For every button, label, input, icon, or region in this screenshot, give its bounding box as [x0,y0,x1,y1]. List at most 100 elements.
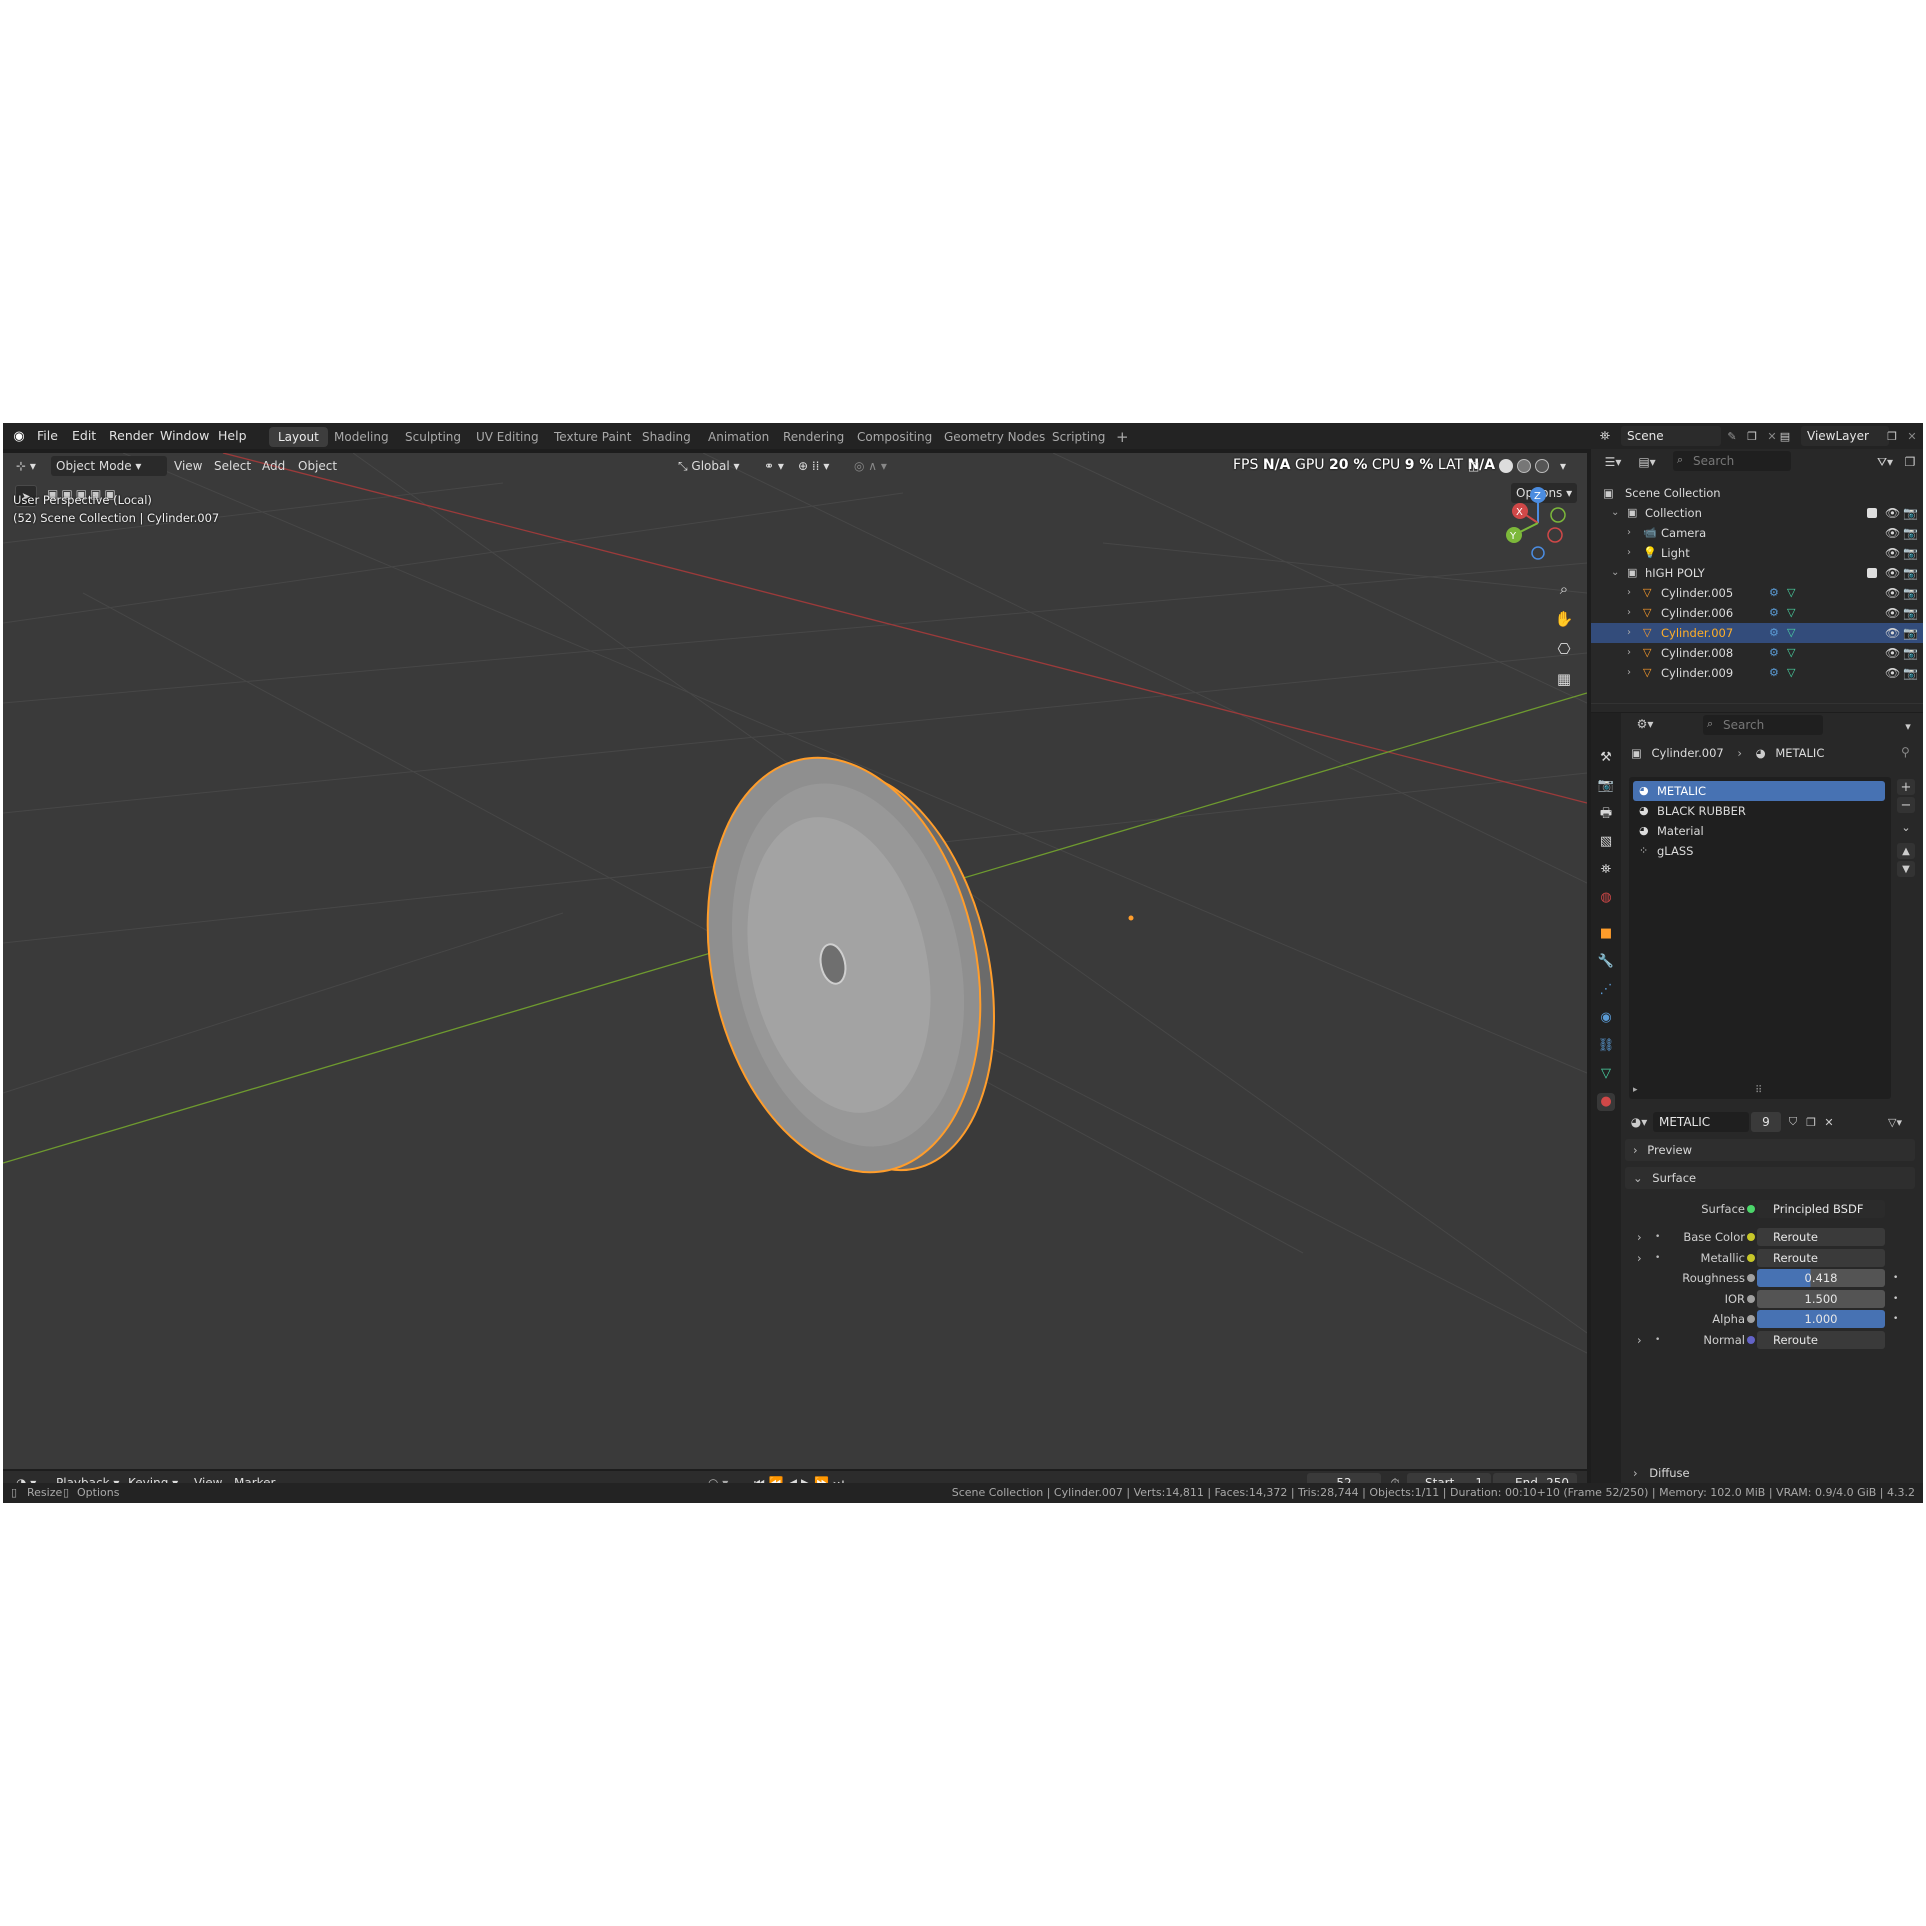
modifier-icon[interactable]: ⚙ [1769,603,1779,623]
expand-chevron-icon[interactable]: › [1627,643,1631,663]
render-camera-icon[interactable]: 📷 [1903,583,1918,603]
scene-field[interactable]: Scene [1621,426,1721,446]
visibility-eye-icon[interactable]: 👁 [1885,603,1900,623]
data-tab-icon[interactable]: ▽ [1597,1065,1615,1083]
shader-input-value[interactable]: 1.000 [1757,1310,1885,1329]
render-camera-icon[interactable]: 📷 [1903,543,1918,563]
shader-input-value[interactable]: Reroute [1757,1248,1885,1267]
expand-chevron-icon[interactable]: › [1637,1330,1642,1350]
tab-geometry-nodes[interactable]: Geometry Nodes [935,427,1054,447]
mesh-data-icon[interactable]: ▽ [1787,663,1795,683]
expand-chevron-icon[interactable]: › [1627,623,1631,643]
move-slot-up-button[interactable]: ▲ [1897,843,1915,859]
outliner-row-scene-collection[interactable]: ▣ Scene Collection [1591,483,1923,503]
viewport-scene[interactable] [3,453,1587,1469]
solid-shading-icon[interactable] [1499,459,1513,473]
expand-chevron-icon[interactable]: › [1627,523,1631,543]
visibility-eye-icon[interactable]: 👁 [1885,523,1900,543]
viewlayer-field[interactable]: ViewLayer [1801,426,1889,446]
tab-sculpting[interactable]: Sculpting [396,427,470,447]
tab-modeling[interactable]: Modeling [325,427,398,447]
pin-props-icon[interactable]: ⚲ [1901,745,1910,759]
shader-input-value[interactable]: Reroute [1757,1228,1885,1246]
blender-logo-icon[interactable]: ◉ [11,428,27,444]
list-expand-icon[interactable]: ▸ [1633,1085,1638,1095]
visibility-eye-icon[interactable]: 👁 [1885,503,1900,523]
outliner-row[interactable]: › ▽ Cylinder.005 ⚙ ▽ 👁 📷 [1591,583,1923,603]
move-slot-down-button[interactable]: ▼ [1897,861,1915,877]
viewlayer-icon[interactable]: ▤ [1771,427,1799,445]
shader-input-value[interactable]: 1.500 [1757,1289,1885,1308]
keyframe-dot-icon[interactable]: • [1893,1309,1898,1329]
expand-chevron-icon[interactable]: › [1627,663,1631,683]
expand-chevron-icon[interactable]: ⌄ [1611,503,1619,523]
particles-tab-icon[interactable]: ⋰ [1597,981,1615,999]
menu-edit[interactable]: Edit [72,428,96,443]
tab-layout[interactable]: Layout [269,427,328,447]
include-checkbox[interactable] [1867,568,1877,578]
menu-select[interactable]: Select [209,456,256,476]
rendered-shading-icon[interactable] [1535,459,1549,473]
outliner-row[interactable]: ⌄ ▣ Collection 👁 📷 [1591,503,1923,523]
shader-input-value[interactable]: Reroute [1757,1331,1885,1349]
physics-tab-icon[interactable]: ◉ [1597,1009,1615,1027]
filter-icon[interactable]: ⛛▾ [1873,453,1897,471]
modifier-icon[interactable]: ⚙ [1769,643,1779,663]
mesh-data-icon[interactable]: ▽ [1787,583,1795,603]
slot-specials-icon[interactable]: ⌄ [1897,819,1915,835]
navigation-gizmo[interactable]: Z X Y [1498,483,1578,563]
material-browse-icon[interactable]: ◕▾ [1627,1113,1651,1131]
menu-object[interactable]: Object [293,456,342,476]
expand-chevron-icon[interactable]: › [1637,1248,1642,1268]
display-mode-icon[interactable]: ▤▾ [1633,453,1661,471]
mesh-data-icon[interactable]: ▽ [1787,643,1795,663]
properties-editor[interactable]: ⚒ 📷 🖶 ▧ ⛯ ◍ ■ 🔧 ⋰ ◉ ⛓ ▽ ● ⚙▾ Search ⌕ ▾ … [1591,713,1923,1483]
menu-file[interactable]: File [37,428,58,443]
material-shading-icon[interactable] [1517,459,1531,473]
material-slot-3[interactable]: ◕ Material [1633,821,1885,841]
keyframe-dot-icon[interactable]: • [1893,1289,1898,1309]
fake-user-shield-icon[interactable]: ⛉ [1785,1113,1801,1131]
render-camera-icon[interactable]: 📷 [1903,663,1918,683]
outliner-row[interactable]: › 💡 Light 👁 📷 [1591,543,1923,563]
object-mode-dropdown[interactable]: Object Mode ▾ [51,456,167,476]
render-camera-icon[interactable]: 📷 [1903,643,1918,663]
delete-viewlayer-icon[interactable]: ✕ [1903,427,1921,445]
expand-chevron-icon[interactable]: › [1627,603,1631,623]
output-tab-icon[interactable]: 🖶 [1597,805,1615,823]
mesh-data-icon[interactable]: ▽ [1787,603,1795,623]
props-editor-type-icon[interactable]: ⚙▾ [1631,715,1659,733]
outliner-row[interactable]: ⌄ ▣ hIGH POLY 👁 📷 [1591,563,1923,583]
outliner-row[interactable]: › 📹 Camera 👁 📷 [1591,523,1923,543]
properties-search-input[interactable]: Search [1703,715,1823,735]
3d-viewport[interactable]: ⊹ ▾ Object Mode ▾ View Select Add Object… [3,453,1587,1469]
outliner-row[interactable]: › ▽ Cylinder.006 ⚙ ▽ 👁 📷 [1591,603,1923,623]
outliner-editor-type-icon[interactable]: ☰▾ [1599,453,1627,471]
tab-texture-paint[interactable]: Texture Paint [545,427,640,447]
visibility-eye-icon[interactable]: 👁 [1885,563,1900,583]
outliner-row[interactable]: › ▽ Cylinder.008 ⚙ ▽ 👁 📷 [1591,643,1923,663]
material-slot-1[interactable]: ◕ METALIC [1633,781,1885,801]
shading-options-icon[interactable]: ▾ [1555,456,1571,476]
visibility-eye-icon[interactable]: 👁 [1885,643,1900,663]
list-resize-handle[interactable]: ⠿ [1755,1085,1762,1096]
mesh-data-icon[interactable]: ▽ [1787,623,1795,643]
visibility-eye-icon[interactable]: 👁 [1885,543,1900,563]
tab-animation[interactable]: Animation [699,427,778,447]
zoom-icon[interactable]: ⌕ [1552,577,1576,601]
outliner-row[interactable]: › ▽ Cylinder.007 ⚙ ▽ 👁 📷 [1591,623,1923,643]
shader-input-value[interactable]: 0.418 [1757,1269,1885,1288]
include-checkbox[interactable] [1867,508,1877,518]
material-slot-4[interactable]: ⁘ gLASS [1633,841,1885,861]
camera-view-icon[interactable]: ⎔ [1552,637,1576,661]
tab-compositing[interactable]: Compositing [848,427,941,447]
pivot-icon[interactable]: ⚭ ▾ [759,456,789,476]
link-mode-icon[interactable]: ▽▾ [1881,1113,1909,1131]
surface-shader-value[interactable]: Principled BSDF [1757,1200,1885,1218]
props-options-icon[interactable]: ▾ [1899,717,1917,735]
render-camera-icon[interactable]: 📷 [1903,563,1918,583]
render-camera-icon[interactable]: 📷 [1903,623,1918,643]
render-tab-icon[interactable]: 📷 [1597,777,1615,795]
material-slot-2[interactable]: ◕ BLACK RUBBER [1633,801,1885,821]
proportional-edit-icon[interactable]: ◎ ∧ ▾ [849,456,892,476]
